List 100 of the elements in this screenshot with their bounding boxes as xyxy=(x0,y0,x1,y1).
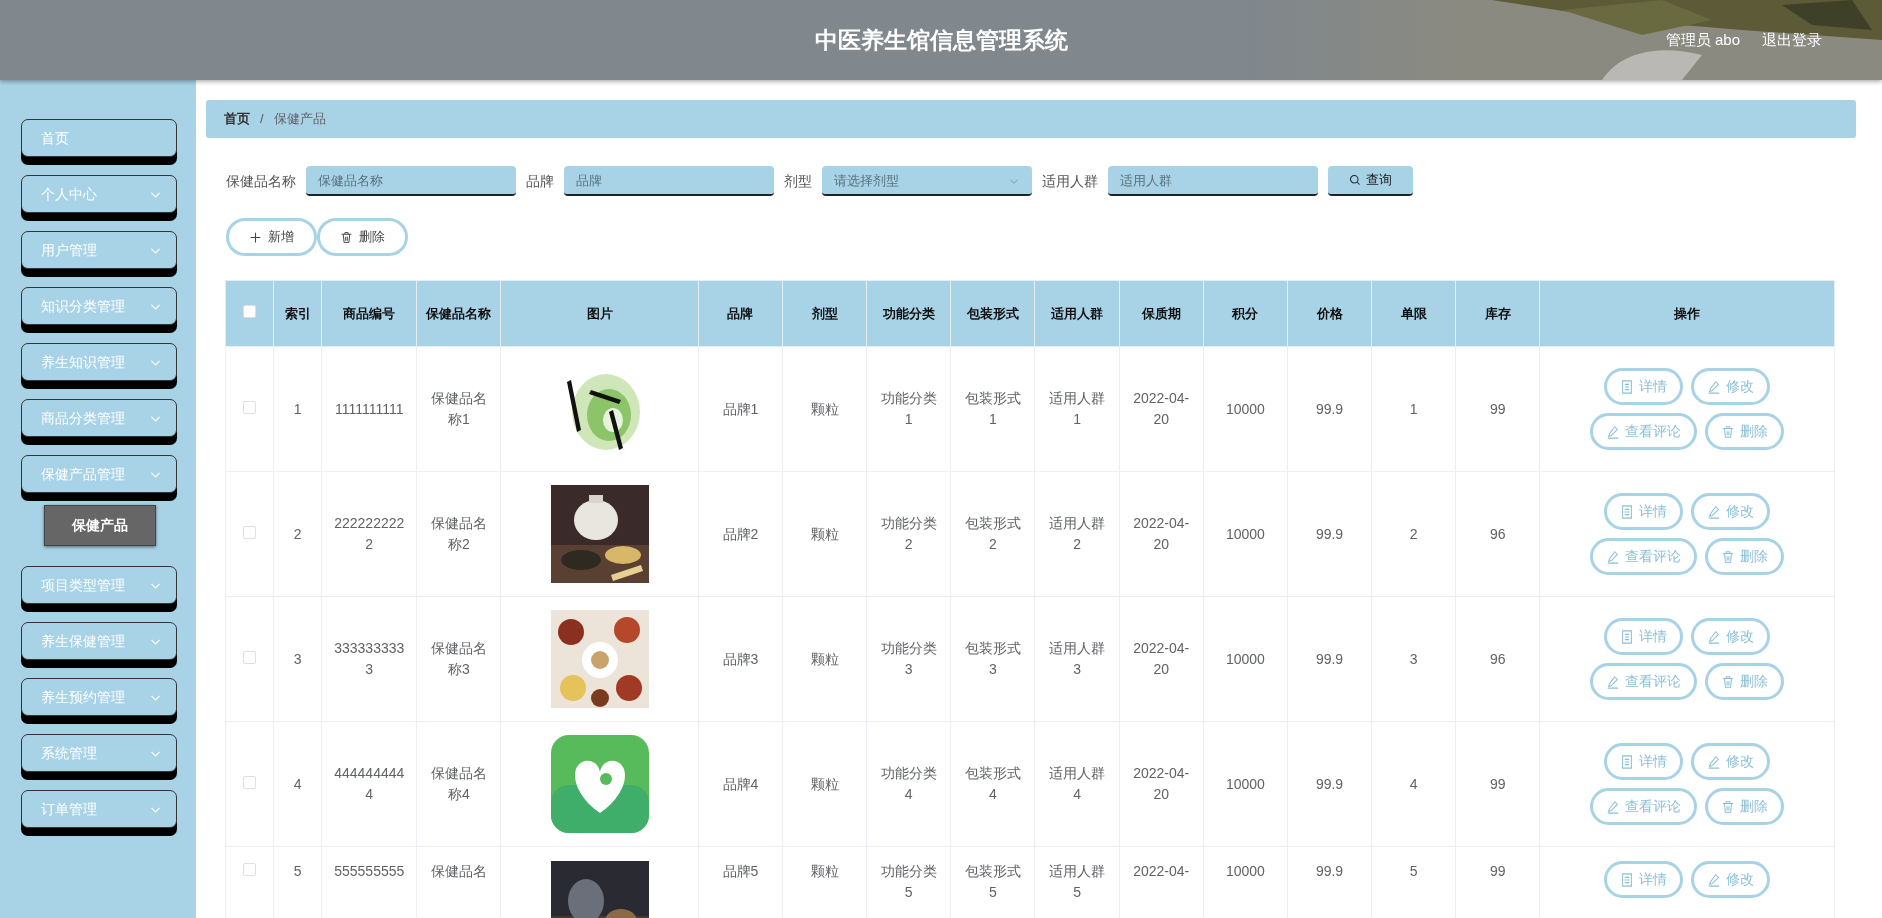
document-icon xyxy=(1620,754,1635,769)
table-cell: 10000 xyxy=(1225,400,1265,417)
select-field[interactable]: 请选择剂型 xyxy=(822,166,1032,196)
trash-icon xyxy=(1721,549,1736,564)
trash-icon xyxy=(1721,674,1736,689)
input-field[interactable]: 保健品名称 xyxy=(306,166,516,196)
field-label: 保健品名称 xyxy=(226,171,296,191)
pencil-icon xyxy=(1606,424,1621,439)
table-cell: 99 xyxy=(1490,775,1506,792)
edit-button[interactable]: 修改 xyxy=(1691,743,1771,780)
table-cell: 3 xyxy=(1409,650,1418,667)
edit-button[interactable]: 修改 xyxy=(1691,368,1771,405)
details-button[interactable]: 详情 xyxy=(1604,861,1684,898)
breadcrumb-link[interactable]: 首页 xyxy=(224,109,250,129)
comments-button[interactable]: 查看评论 xyxy=(1590,663,1698,700)
row-checkbox[interactable] xyxy=(243,775,257,789)
table-cell: 功能分类3 xyxy=(880,640,937,677)
table-cell: 4 xyxy=(1409,775,1418,792)
sidebar-subitem[interactable]: 保健产品 xyxy=(44,505,156,546)
table-cell: 包装形式3 xyxy=(964,640,1021,677)
table-cell: 品牌4 xyxy=(722,775,759,792)
delete-button[interactable]: 删除 xyxy=(1705,538,1785,575)
logout-link[interactable]: 退出登录 xyxy=(1762,0,1822,80)
document-icon xyxy=(1620,379,1635,394)
field-label: 剂型 xyxy=(784,171,812,191)
table-cell: 保健品名称2 xyxy=(430,515,487,552)
column-header: 保健品名称 xyxy=(416,280,501,347)
document-icon xyxy=(1620,504,1635,519)
pencil-icon xyxy=(1707,872,1722,887)
table-cell: 99.9 xyxy=(1315,863,1344,879)
delete-button[interactable]: 删除 xyxy=(1705,413,1785,450)
table-cell: 2 xyxy=(293,525,302,542)
table-cell: 2222222222 xyxy=(334,515,405,552)
table-cell: 包装形式5 xyxy=(964,863,1021,900)
trash-icon xyxy=(1721,424,1736,439)
select-all-checkbox[interactable] xyxy=(243,304,257,318)
app-title: 中医养生馆信息管理系统 xyxy=(814,25,1068,55)
table-cell: 颗粒 xyxy=(810,525,839,542)
details-button[interactable]: 详情 xyxy=(1604,368,1684,405)
document-icon xyxy=(1620,872,1635,887)
field-label: 品牌 xyxy=(526,171,554,191)
pencil-icon xyxy=(1707,504,1722,519)
row-checkbox[interactable] xyxy=(243,863,257,876)
table-cell: 99.9 xyxy=(1315,650,1344,667)
column-header: 包装形式 xyxy=(950,280,1035,347)
table-cell: 3333333333 xyxy=(334,640,405,677)
table-cell: 品牌2 xyxy=(722,525,759,542)
table-cell: 品牌3 xyxy=(722,650,759,667)
column-header: 品牌 xyxy=(698,280,783,347)
add-button[interactable]: 新增 xyxy=(226,218,317,256)
table-cell: 包装形式4 xyxy=(964,765,1021,802)
edit-button[interactable]: 修改 xyxy=(1691,861,1771,898)
table-cell: 2022-04-20 xyxy=(1133,640,1190,677)
row-checkbox[interactable] xyxy=(243,650,257,664)
table-cell: 1 xyxy=(1409,400,1418,417)
details-button[interactable]: 详情 xyxy=(1604,618,1684,655)
table-cell: 96 xyxy=(1490,525,1506,542)
search-icon xyxy=(1349,174,1361,186)
row-checkbox[interactable] xyxy=(243,525,257,539)
trash-icon xyxy=(1721,799,1736,814)
delete-button[interactable]: 删除 xyxy=(1705,788,1785,825)
table-cell: 96 xyxy=(1490,650,1506,667)
comments-button[interactable]: 查看评论 xyxy=(1590,538,1698,575)
column-header: 商品编号 xyxy=(321,280,417,347)
table-cell: 2022-04-20 xyxy=(1133,515,1190,552)
column-header: 库存 xyxy=(1455,280,1540,347)
pencil-icon xyxy=(1606,799,1621,814)
pencil-icon xyxy=(1707,754,1722,769)
row-checkbox[interactable] xyxy=(243,400,257,414)
table-cell: 功能分类2 xyxy=(880,515,937,552)
field-label: 适用人群 xyxy=(1042,171,1098,191)
table-cell: 5 xyxy=(1409,863,1418,879)
document-icon xyxy=(1620,629,1635,644)
table-cell: 颗粒 xyxy=(810,863,839,879)
table-cell: 10000 xyxy=(1225,863,1265,879)
table-cell: 10000 xyxy=(1225,650,1265,667)
table-cell: 保健品名称3 xyxy=(430,640,487,677)
delete-button[interactable]: 删除 xyxy=(1705,663,1785,700)
delete-button[interactable]: 删除 xyxy=(317,218,408,256)
column-header: 功能分类 xyxy=(866,280,951,347)
table-cell: 颗粒 xyxy=(810,400,839,417)
table-cell: 5 xyxy=(293,863,302,879)
table-cell: 适用人群3 xyxy=(1049,640,1106,677)
comments-button[interactable]: 查看评论 xyxy=(1590,413,1698,450)
search-button[interactable]: 查询 xyxy=(1328,166,1413,196)
edit-button[interactable]: 修改 xyxy=(1691,618,1771,655)
table-cell: 2022-04-20 xyxy=(1133,765,1190,802)
table-cell: 适用人群5 xyxy=(1049,863,1106,900)
column-header: 索引 xyxy=(273,280,322,347)
pencil-icon xyxy=(1606,674,1621,689)
edit-button[interactable]: 修改 xyxy=(1691,493,1771,530)
comments-button[interactable]: 查看评论 xyxy=(1590,788,1698,825)
column-header: 价格 xyxy=(1287,280,1372,347)
details-button[interactable]: 详情 xyxy=(1604,743,1684,780)
details-button[interactable]: 详情 xyxy=(1604,493,1684,530)
table-cell: 10000 xyxy=(1225,525,1265,542)
input-field[interactable]: 适用人群 xyxy=(1108,166,1318,196)
input-field[interactable]: 品牌 xyxy=(564,166,774,196)
table-cell: 4444444444 xyxy=(334,765,405,802)
table-cell: 2022-04-20 xyxy=(1133,390,1190,427)
